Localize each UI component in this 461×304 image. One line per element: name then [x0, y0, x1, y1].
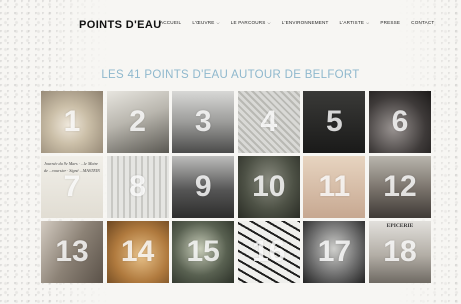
nav-item-presse[interactable]: PRESSE [380, 20, 400, 25]
nav-item-oeuvre[interactable]: L'ŒUVRE ⌵ [192, 20, 219, 25]
tile-number: 14 [120, 235, 155, 268]
nav-item-environnement[interactable]: L'ENVIRONNEMENT [282, 20, 329, 25]
point-tile-5[interactable]: 5 [303, 91, 366, 153]
nav-item-artiste[interactable]: L'ARTISTE ⌵ [340, 20, 370, 25]
point-tile-10[interactable]: 10 [237, 156, 300, 218]
tile-number: 11 [318, 170, 351, 203]
nav-label: L'ARTISTE [339, 20, 365, 25]
nav-label: PRESSE [380, 20, 401, 25]
tile-number: 17 [317, 235, 352, 268]
point-tile-14[interactable]: 14 [106, 221, 169, 283]
nav-label: ACCUEIL [160, 20, 182, 25]
point-tile-3[interactable]: 3 [172, 91, 235, 153]
point-tile-1[interactable]: 1 [41, 91, 103, 153]
point-tile-7[interactable]: Journée du 9e Mars · ...le Maire de ...v… [41, 156, 103, 218]
chevron-down-icon: ⌵ [216, 20, 220, 25]
point-tile-18[interactable]: EPICERIE 18 [368, 221, 431, 283]
point-tile-4[interactable]: 4 [237, 91, 300, 153]
tile-number: 8 [129, 170, 146, 203]
chevron-down-icon: ⌵ [366, 20, 370, 25]
chevron-down-icon: ⌵ [267, 20, 271, 25]
site-logo[interactable]: POINTS D'EAU [79, 19, 162, 31]
tile-number: 7 [63, 170, 81, 203]
tile-number: 16 [252, 235, 286, 268]
tile-number: 18 [383, 235, 417, 268]
point-tile-8[interactable]: 8 [106, 156, 169, 218]
points-grid: 1 2 3 4 5 6 Journée du 9e Mars · ...le M… [41, 91, 431, 283]
nav-item-contact[interactable]: CONTACT [411, 20, 434, 25]
point-tile-12[interactable]: 12 [368, 156, 431, 218]
nav-item-accueil[interactable]: ACCUEIL [160, 20, 181, 25]
tile-number: 13 [55, 235, 89, 268]
tile-number: 10 [252, 170, 286, 203]
tile-number: 6 [391, 105, 409, 138]
main-nav: ACCUEIL L'ŒUVRE ⌵ LE PARCOURS ⌵ L'ENVIRONN… [160, 20, 445, 25]
point-tile-6[interactable]: 6 [368, 91, 431, 153]
nav-label: LE PARCOURS [230, 20, 266, 25]
point-tile-13[interactable]: 13 [41, 221, 103, 283]
point-tile-17[interactable]: 17 [303, 221, 366, 283]
tile-number: 9 [194, 170, 212, 203]
site-header: POINTS D'EAU ACCUEIL L'ŒUVRE ⌵ LE PARCOUR… [0, 0, 461, 50]
tile-number: 1 [63, 105, 81, 138]
point-tile-16[interactable]: 16 [237, 221, 300, 283]
nav-label: CONTACT [411, 20, 435, 25]
nav-label: L'ŒUVRE [192, 20, 215, 25]
tile-number: 4 [260, 105, 278, 138]
point-tile-9[interactable]: 9 [172, 156, 235, 218]
point-tile-15[interactable]: 15 [172, 221, 235, 283]
page-title: LES 41 POINTS D'EAU AUTOUR DE BELFORT [101, 69, 360, 81]
nav-item-parcours[interactable]: LE PARCOURS ⌵ [231, 20, 271, 25]
tile-number: 3 [194, 105, 212, 138]
point-tile-2[interactable]: 2 [106, 91, 169, 153]
tile-number: 5 [326, 105, 343, 138]
nav-label: L'ENVIRONNEMENT [281, 20, 329, 25]
tile-number: 2 [129, 105, 146, 138]
tile-number: 15 [186, 235, 220, 268]
tile-number: 12 [383, 170, 417, 203]
point-tile-11[interactable]: 11 [303, 156, 366, 218]
